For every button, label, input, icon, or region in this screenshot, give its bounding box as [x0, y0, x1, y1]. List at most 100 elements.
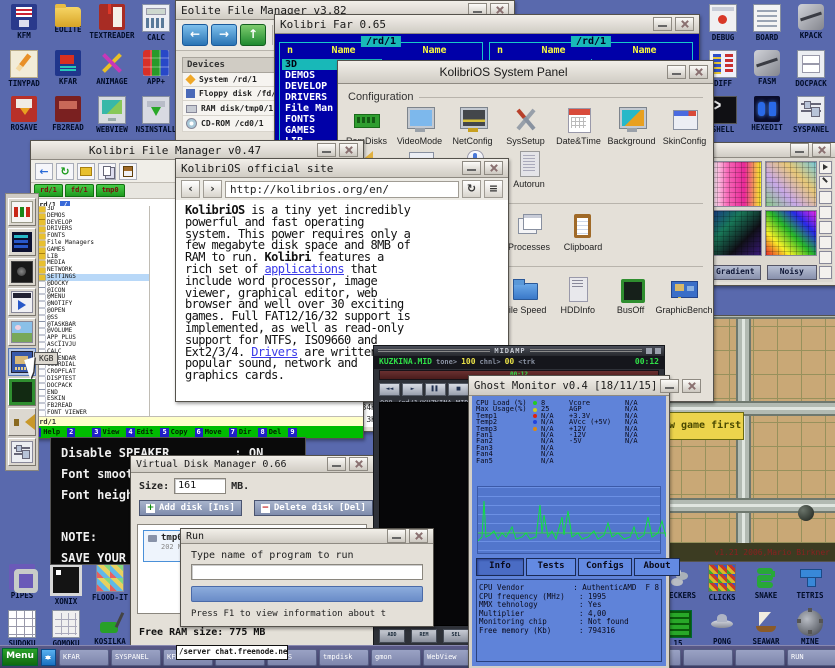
- run-titlebar[interactable]: Run: [181, 529, 433, 544]
- desktop-icon-fasm[interactable]: FASM: [745, 50, 789, 96]
- palette-quad-saturated[interactable]: [765, 210, 817, 256]
- syspanel-icon-videomode[interactable]: VideoMode: [393, 105, 446, 146]
- forward-button[interactable]: →: [211, 24, 237, 46]
- taskbar-task-run[interactable]: RUN: [787, 649, 835, 666]
- completion-highlight[interactable]: [191, 586, 423, 602]
- minimize-button[interactable]: [653, 17, 672, 31]
- minimize-button[interactable]: [327, 457, 346, 471]
- fnkey-8[interactable]: 8Del: [258, 428, 283, 437]
- eyedropper-icon[interactable]: [819, 176, 832, 189]
- dock-item-chip[interactable]: [8, 378, 36, 406]
- palette-quad-pinks[interactable]: [710, 161, 762, 207]
- desktop-icon-xonix[interactable]: XONIX: [44, 564, 88, 610]
- kfm-tab-tmp0[interactable]: tmp0: [96, 184, 125, 197]
- desktop-icon-kfm[interactable]: KFM: [2, 4, 46, 50]
- desktop-icon-calc[interactable]: CALC: [134, 4, 178, 50]
- close-button[interactable]: [484, 161, 503, 175]
- play-icon[interactable]: [819, 161, 832, 174]
- browser-titlebar[interactable]: KolibriOS official site: [176, 159, 508, 178]
- fnkey-6[interactable]: 6Move: [195, 428, 224, 437]
- taskbar-task-hidden-13[interactable]: [735, 649, 785, 666]
- close-button[interactable]: [675, 17, 694, 31]
- prev-button[interactable]: ◄◄: [379, 383, 400, 396]
- syspanel-icon-hddinfo[interactable]: HDDInfo: [551, 274, 604, 315]
- irc-server-input[interactable]: /server chat.freenode.net: [176, 645, 288, 660]
- url-input[interactable]: http://kolibrios.org/en/: [225, 181, 459, 198]
- desktop-icon-tinypad[interactable]: TINYPAD: [2, 50, 46, 96]
- refresh-icon[interactable]: ↻: [56, 163, 74, 180]
- syspanel-icon-background[interactable]: Background: [605, 105, 658, 146]
- desktop-icon-app[interactable]: APP+: [134, 50, 178, 96]
- desktop-icon-tetris[interactable]: TETRIS: [788, 564, 832, 610]
- close-button[interactable]: [689, 65, 708, 79]
- menu-button[interactable]: ≡: [484, 180, 503, 198]
- desktop-icon-animage[interactable]: ANIMAGE: [90, 50, 134, 96]
- swatch-slot[interactable]: [819, 236, 832, 249]
- syspanel-icon-date-time[interactable]: Date&Time: [552, 105, 605, 146]
- close-button[interactable]: [682, 379, 701, 393]
- dock-item-image[interactable]: [8, 318, 36, 346]
- syspanel-icon-graphicbench[interactable]: GraphicBench: [657, 274, 711, 315]
- pause-button[interactable]: ▌▌: [425, 383, 446, 396]
- close-button[interactable]: [409, 529, 428, 543]
- close-button[interactable]: [349, 457, 368, 471]
- size-input[interactable]: 161: [174, 478, 226, 494]
- add-disk-button[interactable]: +Add disk [Ins]: [139, 500, 242, 516]
- syspanel-icon-netconfig[interactable]: NetConfig: [446, 105, 499, 146]
- midamp-titlebar[interactable]: MIDAMP: [374, 346, 664, 356]
- delete-disk-button[interactable]: −Delete disk [Del]: [254, 500, 373, 516]
- close-button[interactable]: [812, 143, 831, 157]
- desktop-icon-board[interactable]: BOARD: [745, 4, 789, 50]
- desktop-icon-flood-it[interactable]: FLOOD-IT: [88, 564, 132, 610]
- fnkey-2[interactable]: 2: [67, 428, 87, 437]
- forward-button[interactable]: ›: [203, 180, 222, 198]
- taskbar-task-gmon[interactable]: gmon: [371, 649, 421, 666]
- swatch-slot[interactable]: [819, 266, 832, 279]
- syspanel-icon-processes[interactable]: Processes: [502, 211, 556, 252]
- desktop-icon-eolite[interactable]: EOLITE: [46, 4, 90, 50]
- program-name-input[interactable]: [191, 564, 423, 580]
- desktop-icon-pipes[interactable]: PIPES: [0, 564, 44, 610]
- ghost-titlebar[interactable]: Ghost Monitor v0.4 [18/11/15]: [469, 376, 669, 396]
- dock-item-sliders[interactable]: [8, 438, 36, 466]
- swatch-slot[interactable]: [819, 251, 832, 264]
- desktop-icon-textreader[interactable]: TEXTREADER: [90, 4, 134, 50]
- syspanel-icon-skinconfig[interactable]: SkinConfig: [658, 105, 711, 146]
- noisy-button[interactable]: Noisy: [767, 265, 818, 280]
- fnkey-4[interactable]: 4Edit: [126, 428, 155, 437]
- fnkey-7[interactable]: 7Dir: [229, 428, 254, 437]
- minimize-button[interactable]: [317, 143, 336, 157]
- menu-button[interactable]: Menu: [2, 648, 38, 666]
- fnkey-5[interactable]: 5Copy: [160, 428, 189, 437]
- play-button[interactable]: ►: [402, 383, 423, 396]
- far-titlebar[interactable]: Kolibri Far 0.65: [275, 15, 699, 34]
- add-button[interactable]: ADD: [379, 629, 405, 643]
- swatch-slot[interactable]: [819, 206, 832, 219]
- minimize-button[interactable]: [646, 348, 652, 354]
- palette-quad-pastels[interactable]: [765, 161, 817, 207]
- syspanel-icon-busoff[interactable]: BusOff: [604, 274, 657, 315]
- kfm-tab-fd-1[interactable]: fd/1: [65, 184, 94, 197]
- desktop-icon-hexedit[interactable]: HEXEDIT: [745, 96, 789, 142]
- back-button[interactable]: ‹: [181, 180, 200, 198]
- taskbar-task-webview[interactable]: WebView: [423, 649, 473, 666]
- desktop-icon-docpack[interactable]: DOCPACK: [789, 50, 833, 96]
- desktop-icon-clicks[interactable]: CLICKS: [700, 564, 744, 610]
- desktop-icon-nsinstall[interactable]: NSINSTALL: [134, 96, 178, 142]
- close-button[interactable]: [655, 348, 661, 354]
- taskbar-task-kfar[interactable]: KFAR: [59, 649, 109, 666]
- dock-item-cedit[interactable]: [8, 228, 36, 256]
- minimize-button[interactable]: [462, 161, 481, 175]
- back-icon[interactable]: ←: [35, 163, 53, 180]
- dock-item-audio[interactable]: [8, 258, 36, 286]
- paste-icon[interactable]: [119, 163, 137, 180]
- syspanel-icon-autorun[interactable]: Autorun: [502, 148, 556, 189]
- desktop-icon-debug[interactable]: DEBUG: [701, 4, 745, 50]
- fnkey-3[interactable]: 3View: [92, 428, 121, 437]
- vdm-titlebar[interactable]: Virtual Disk Manager 0.66: [131, 456, 373, 473]
- rem-button[interactable]: REM: [411, 629, 437, 643]
- dock-item-irc[interactable]: [8, 198, 36, 226]
- minimize-button[interactable]: [790, 143, 809, 157]
- taskbar-task-hidden-12[interactable]: [683, 649, 733, 666]
- stop-button[interactable]: ■: [448, 383, 469, 396]
